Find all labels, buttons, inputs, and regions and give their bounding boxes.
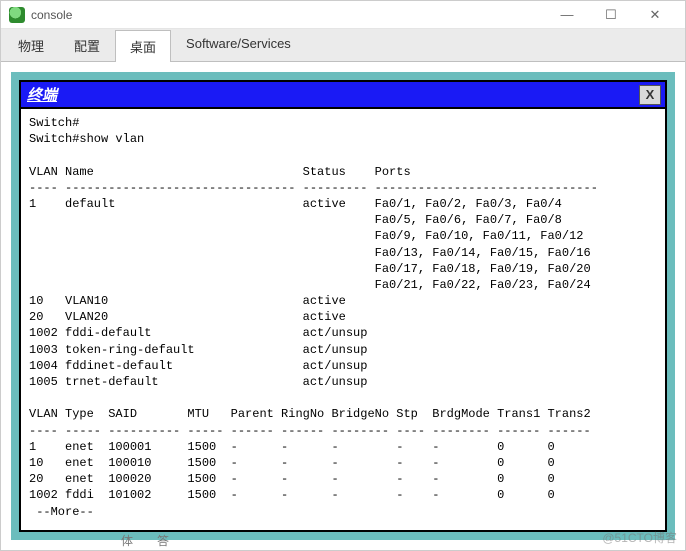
vlan-detail-row: 20 enet 100020 1500 - - - - - 0 0: [29, 472, 555, 486]
workspace: 终端 X Switch# Switch#show vlan VLAN Name …: [1, 62, 685, 550]
vlan-row: 1005 trnet-default act/unsup: [29, 375, 367, 389]
terminal-frame: 终端 X Switch# Switch#show vlan VLAN Name …: [11, 72, 675, 540]
tabs: 物理 配置 桌面 Software/Services: [1, 29, 685, 62]
vlan-detail-row: 1002 fddi 101002 1500 - - - - - 0 0: [29, 488, 555, 502]
vlan-row: 1004 fddinet-default act/unsup: [29, 359, 367, 373]
app-window: console — ☐ ✕ 物理 配置 桌面 Software/Services…: [0, 0, 686, 551]
titlebar: console — ☐ ✕: [1, 1, 685, 29]
close-button[interactable]: ✕: [633, 1, 677, 28]
vlan-row: 20 VLAN20 active: [29, 310, 346, 324]
tab-physical[interactable]: 物理: [3, 29, 59, 61]
vlan-row: Fa0/5, Fa0/6, Fa0/7, Fa0/8: [29, 213, 562, 227]
vlan-row: 1002 fddi-default act/unsup: [29, 326, 367, 340]
terminal-title: 终端: [25, 84, 59, 105]
prompt-line: Switch#: [29, 116, 79, 130]
app-icon: [9, 7, 25, 23]
tab-desktop[interactable]: 桌面: [115, 30, 171, 62]
tab-software-services[interactable]: Software/Services: [171, 29, 306, 61]
vlan-detail-header: VLAN Type SAID MTU Parent RingNo BridgeN…: [29, 407, 591, 421]
minimize-button[interactable]: —: [545, 1, 589, 28]
terminal-close-button[interactable]: X: [639, 85, 661, 105]
vlan-row: 10 VLAN10 active: [29, 294, 346, 308]
window-title: console: [31, 8, 72, 22]
vlan-row: Fa0/9, Fa0/10, Fa0/11, Fa0/12: [29, 229, 584, 243]
tab-config[interactable]: 配置: [59, 29, 115, 61]
vlan-row: Fa0/13, Fa0/14, Fa0/15, Fa0/16: [29, 246, 591, 260]
vlan-row: 1 default active Fa0/1, Fa0/2, Fa0/3, Fa…: [29, 197, 562, 211]
prompt-line: Switch#show vlan: [29, 132, 144, 146]
vlan-row: Fa0/17, Fa0/18, Fa0/19, Fa0/20: [29, 262, 591, 276]
vlan-detail-row: 1 enet 100001 1500 - - - - - 0 0: [29, 440, 555, 454]
maximize-button[interactable]: ☐: [589, 1, 633, 28]
terminal-header[interactable]: 终端 X: [21, 82, 665, 109]
terminal-body[interactable]: Switch# Switch#show vlan VLAN Name Statu…: [21, 109, 665, 530]
vlan-row: Fa0/21, Fa0/22, Fa0/23, Fa0/24: [29, 278, 591, 292]
divider: ---- -------------------------------- --…: [29, 181, 598, 195]
divider: ---- ----- ---------- ----- ------ -----…: [29, 424, 591, 438]
vlan-table-header: VLAN Name Status Ports: [29, 165, 411, 179]
more-prompt: --More--: [29, 505, 94, 519]
vlan-row: 1003 token-ring-default act/unsup: [29, 343, 367, 357]
terminal-window: 终端 X Switch# Switch#show vlan VLAN Name …: [19, 80, 667, 532]
vlan-detail-row: 10 enet 100010 1500 - - - - - 0 0: [29, 456, 555, 470]
